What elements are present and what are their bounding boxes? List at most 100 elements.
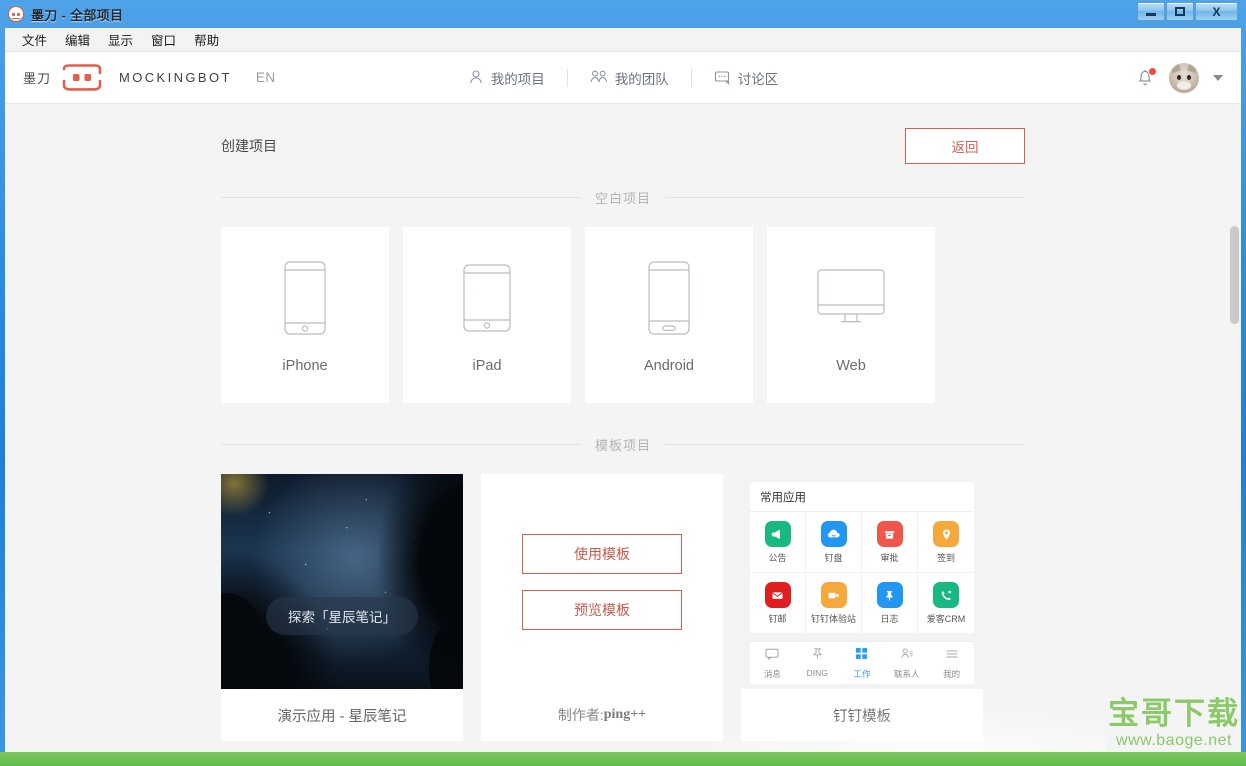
language-switch[interactable]: EN [256,70,276,85]
android-phone-icon [648,256,690,340]
use-template-button[interactable]: 使用模板 [522,534,682,574]
blank-card-ipad[interactable]: iPad [403,227,571,403]
menu-item-view[interactable]: 显示 [99,28,142,51]
nav-my-team[interactable]: 我的团队 [568,68,691,88]
mockingbot-logo-icon [61,64,103,91]
phone-icon [284,256,326,340]
dingtalk-tabbar: 消息 DING [750,641,974,684]
tablet-icon [463,256,511,340]
menu-item-file[interactable]: 文件 [13,28,56,51]
vertical-scrollbar[interactable] [1230,104,1239,757]
section-divider-blank: 空白项目 [221,188,1025,207]
window-title: 墨刀 - 全部项目 [31,5,123,24]
app-logo-icon [8,6,24,22]
dingtalk-tab-mine[interactable]: 我的 [929,647,974,680]
pingpp-actions: 使用模板 预览模板 [481,474,723,689]
template-card-dingtalk-label: 钉钉模板 [741,689,983,741]
nav-my-projects-label: 我的项目 [491,68,545,88]
divider-line-right [665,197,1025,198]
dingtalk-app-announce[interactable]: 公告 [750,512,806,573]
nav-discussion-label: 讨论区 [738,68,779,88]
dingtalk-app-crm[interactable]: 爱客CRM [918,573,974,633]
message-icon [765,647,779,665]
pin-location-icon [933,521,959,547]
template-card-dingtalk[interactable]: 常用应用 公告 [741,474,983,741]
inbox-icon [877,521,903,547]
scrollbar-thumb[interactable] [1230,226,1239,324]
blank-card-android-label: Android [644,358,694,374]
brand-name-en: MOCKINGBOT [119,70,232,85]
dingtalk-app-log[interactable]: 日志 [862,573,918,633]
maximize-button[interactable] [1166,2,1194,21]
divider-line-left [221,197,581,198]
window-titlebar[interactable]: 墨刀 - 全部项目 X [0,0,1246,28]
dingtalk-tab-work[interactable]: 工作 [840,647,885,680]
menu-item-edit[interactable]: 编辑 [56,28,99,51]
dingtalk-tab-ding-label: DING [807,668,828,678]
close-button[interactable]: X [1195,2,1238,21]
section-divider-template: 模板项目 [221,435,1025,454]
section-label-blank: 空白项目 [595,188,651,207]
back-button[interactable]: 返回 [905,128,1025,164]
announce-icon [765,521,791,547]
thumbtack-icon [877,582,903,608]
page-header-row: 创建项目 返回 [221,126,1025,166]
blank-card-web[interactable]: Web [767,227,935,403]
blank-card-iphone[interactable]: iPhone [221,227,389,403]
dingtalk-tab-ding[interactable]: DING [795,647,840,680]
page-title: 创建项目 [221,136,277,156]
maker-name: ping++ [604,707,646,723]
nav-discussion[interactable]: 讨论区 [692,68,801,88]
dingtalk-app-announce-label: 公告 [768,551,786,564]
chevron-down-icon[interactable] [1213,75,1223,81]
user-icon [468,69,484,88]
template-card-starry-notes[interactable]: 探索「星辰笔记」 演示应用 - 星辰笔记 [221,474,463,741]
section-label-template: 模板项目 [595,435,651,454]
dingtalk-app-cloud[interactable]: 钉盘 [806,512,862,573]
window-controls[interactable]: X [1137,2,1238,21]
contacts-icon [900,647,914,665]
cloud-icon [821,521,847,547]
watermark-bottom-bar [0,752,1246,766]
dingtalk-app-experience-label: 钉钉体验站 [811,612,856,625]
explore-overlay-label[interactable]: 探索「星辰笔记」 [266,597,418,635]
dingtalk-tab-contacts-label: 联系人 [894,668,920,680]
maker-prefix: 制作者: [558,705,604,725]
blank-card-web-label: Web [836,358,866,374]
dingtalk-tab-contacts[interactable]: 联系人 [884,647,929,680]
preview-template-button[interactable]: 预览模板 [522,590,682,630]
dingtalk-app-checkin[interactable]: 签到 [918,512,974,573]
dingtalk-app-approval-label: 审批 [880,551,898,564]
grid-icon [855,647,868,665]
dingtalk-app-experience[interactable]: 钉钉体验站 [806,573,862,633]
template-card-pingpp-label: 制作者: ping++ [481,689,723,741]
mail-icon [765,582,791,608]
menu-item-help[interactable]: 帮助 [185,28,228,51]
dingtalk-tab-work-label: 工作 [853,668,870,680]
menu-item-window[interactable]: 窗口 [142,28,185,51]
dingtalk-tab-message-label: 消息 [764,668,781,680]
divider-line-right-2 [665,444,1025,445]
nav-my-projects[interactable]: 我的项目 [446,68,567,88]
dingtalk-app-cloud-label: 钉盘 [824,551,842,564]
brand-name-cn: 墨刀 [23,68,51,87]
dingtalk-app-mail[interactable]: 钉邮 [750,573,806,633]
minimize-button[interactable] [1137,2,1165,21]
ding-icon [811,647,824,665]
starry-sky-photo: 探索「星辰笔记」 [221,474,463,689]
dingtalk-app-log-label: 日志 [880,612,898,625]
chat-icon [714,69,731,88]
dingtalk-app-approval[interactable]: 审批 [862,512,918,573]
phone-call-icon [933,582,959,608]
avatar[interactable] [1169,63,1199,93]
app-client-area: 文件 编辑 显示 窗口 帮助 墨刀 MOCKINGBOT EN [5,28,1241,758]
dingtalk-tab-message[interactable]: 消息 [750,647,795,680]
bell-icon[interactable] [1135,67,1155,89]
menu-bar[interactable]: 文件 编辑 显示 窗口 帮助 [5,28,1241,52]
template-card-pingpp[interactable]: 使用模板 预览模板 制作者: ping++ [481,474,723,741]
create-project-page: 创建项目 返回 空白项目 [5,104,1241,757]
window-frame: 墨刀 - 全部项目 X 文件 编辑 显示 窗口 帮助 墨刀 [0,0,1246,766]
dingtalk-panel-title: 常用应用 [750,482,974,512]
brand-logo[interactable]: 墨刀 MOCKINGBOT EN [5,64,276,91]
blank-card-android[interactable]: Android [585,227,753,403]
